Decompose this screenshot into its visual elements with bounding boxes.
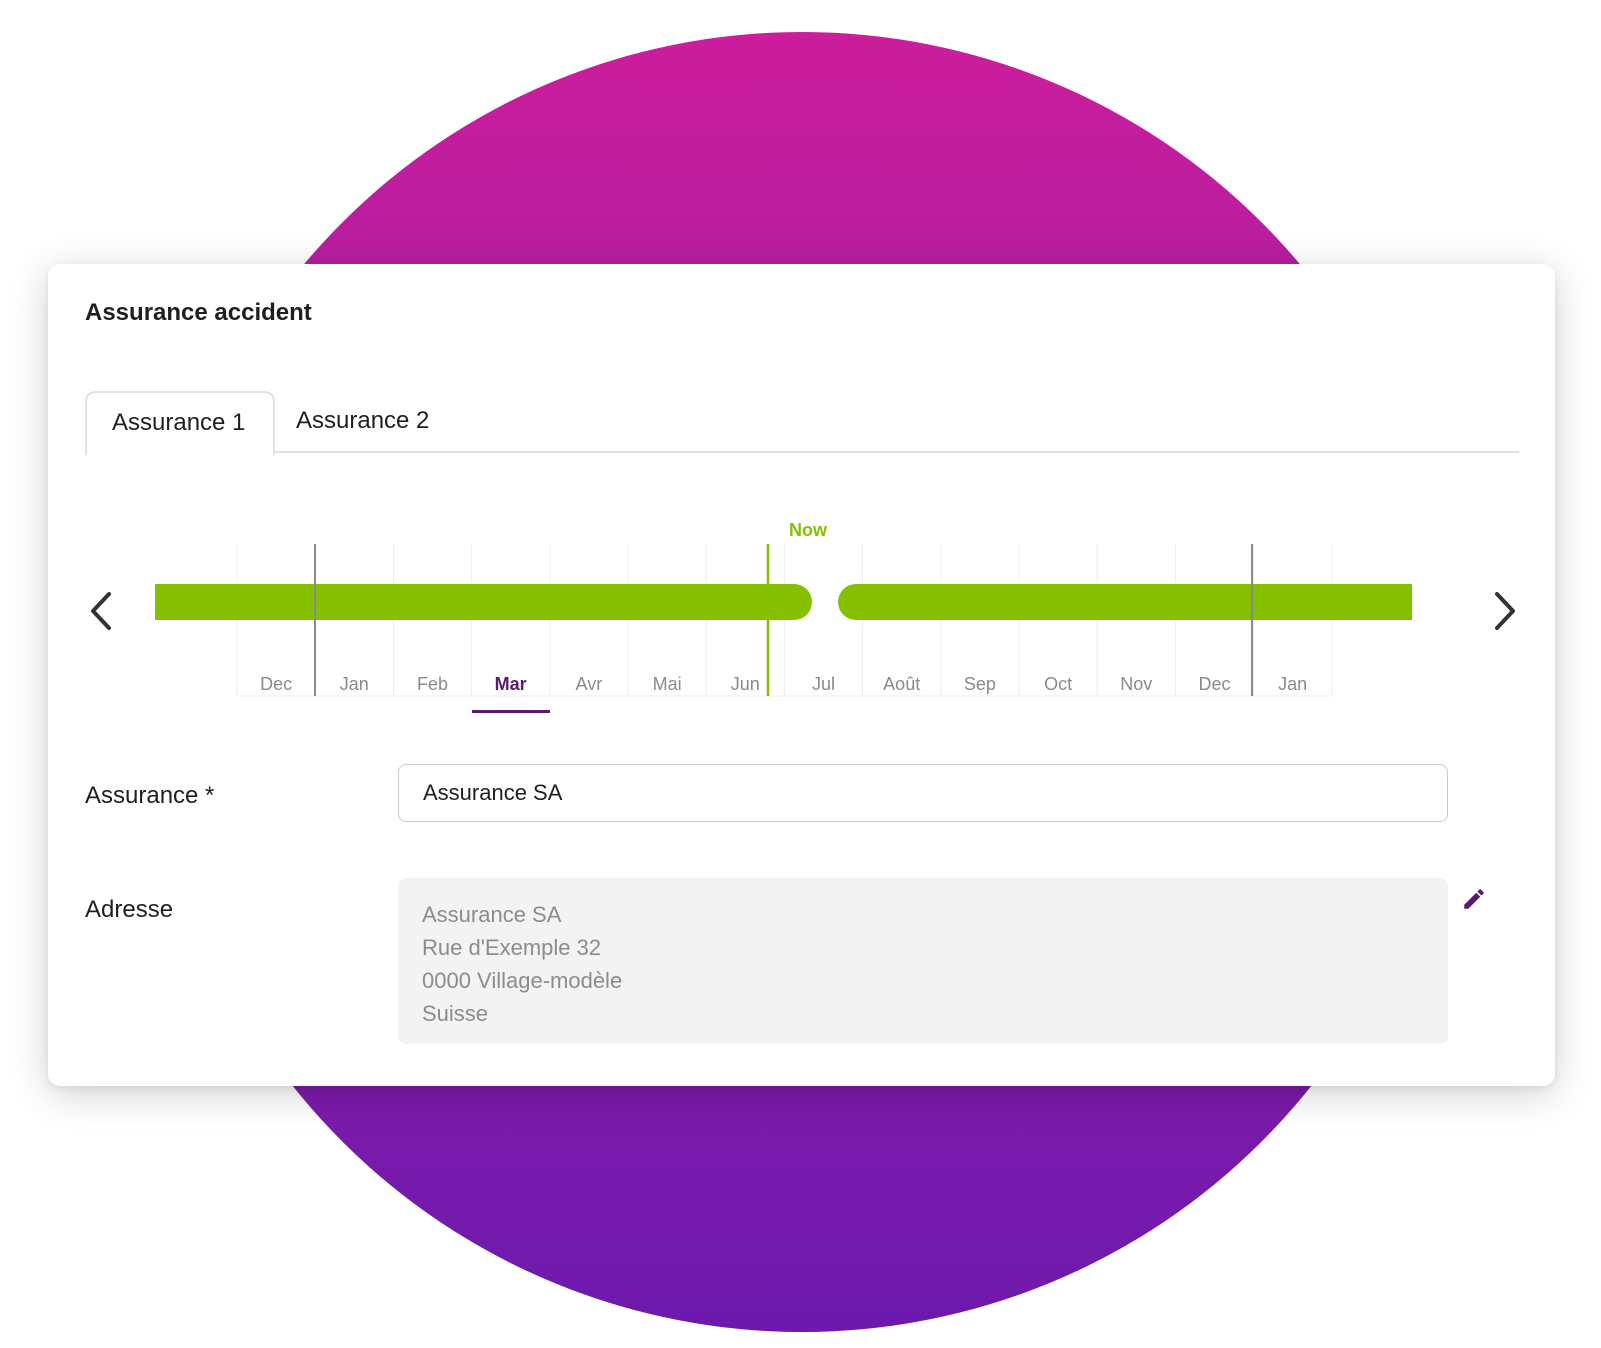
month-label[interactable]: Nov bbox=[1097, 674, 1175, 695]
address-line: 0000 Village-modèle bbox=[422, 968, 623, 993]
month-label[interactable]: Août bbox=[863, 674, 941, 695]
tab-assurance-2[interactable]: Assurance 2 bbox=[271, 391, 454, 451]
month-label[interactable]: Dec bbox=[237, 674, 315, 695]
coverage-bar-2-flat-end bbox=[1368, 584, 1412, 620]
month-label[interactable]: Jun bbox=[706, 674, 784, 695]
address-line: Suisse bbox=[422, 1001, 489, 1026]
tab-assurance-1[interactable]: Assurance 1 bbox=[85, 391, 275, 456]
month-label[interactable]: Oct bbox=[1019, 674, 1097, 695]
month-label[interactable]: Dec bbox=[1175, 674, 1253, 695]
assurance-label: Assurance * bbox=[85, 782, 215, 809]
coverage-bar-2 bbox=[838, 584, 1412, 620]
assurance-input[interactable]: Assurance SA bbox=[398, 764, 1448, 822]
page: Assurance accident Assurance 1 Assurance… bbox=[0, 0, 1601, 1348]
month-label[interactable]: Jul bbox=[784, 674, 862, 695]
address-line: Assurance SA bbox=[422, 902, 562, 927]
coverage-bar-1 bbox=[155, 584, 812, 620]
now-label: Now bbox=[789, 520, 827, 540]
month-label[interactable]: Jan bbox=[1254, 674, 1332, 695]
pencil-icon[interactable] bbox=[1461, 886, 1487, 912]
coverage-bar-1-flat-start bbox=[155, 584, 195, 620]
month-label[interactable]: Mar bbox=[472, 674, 550, 695]
selected-month-underline bbox=[471, 710, 550, 713]
tabs-divider bbox=[85, 451, 1519, 453]
insurance-card: Assurance accident Assurance 1 Assurance… bbox=[48, 264, 1555, 1086]
month-label[interactable]: Feb bbox=[393, 674, 471, 695]
address-display: Assurance SA Rue d'Exemple 32 0000 Villa… bbox=[398, 878, 1448, 1044]
address-line: Rue d'Exemple 32 bbox=[422, 935, 602, 960]
chevron-right-icon[interactable] bbox=[1483, 586, 1523, 636]
month-label[interactable]: Mai bbox=[628, 674, 706, 695]
month-label[interactable]: Avr bbox=[550, 674, 628, 695]
card-title: Assurance accident bbox=[85, 299, 312, 326]
chevron-left-icon[interactable] bbox=[83, 586, 123, 636]
adresse-label: Adresse bbox=[85, 896, 174, 923]
month-label[interactable]: Jan bbox=[315, 674, 393, 695]
month-label[interactable]: Sep bbox=[941, 674, 1019, 695]
